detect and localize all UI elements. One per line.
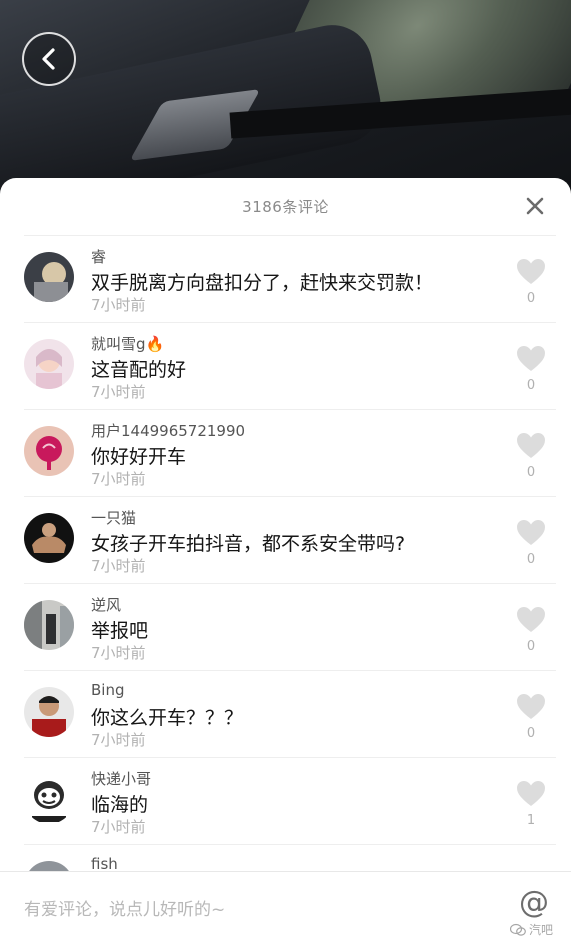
comment-text: 你这么开车？？？ (91, 707, 244, 729)
like-count: 0 (526, 378, 536, 393)
comment-item[interactable]: 就叫雪g🔥 这音配的好 7小时前 0 (24, 322, 556, 409)
comment-username[interactable]: fish (91, 855, 118, 873)
comment-time: 7小时前 (91, 557, 146, 575)
comment-time: 7小时前 (91, 383, 146, 401)
sheet-header: 3186条评论 (0, 178, 571, 234)
wechat-icon (509, 923, 526, 936)
comment-time: 7小时前 (91, 296, 146, 314)
avatar-dark-blonde[interactable] (24, 252, 74, 302)
avatar-pink-selfie[interactable] (24, 339, 74, 389)
comment-count-title: 3186条评论 (242, 197, 329, 216)
avatar-muscle[interactable] (24, 513, 74, 563)
comment-username[interactable]: 睿 (91, 246, 106, 267)
heart-icon (517, 259, 545, 284)
like-count: 0 (526, 465, 536, 480)
watermark-text: 汽吧 (528, 923, 553, 937)
like-button[interactable]: 0 (514, 519, 548, 567)
comment-text: 临海的 (91, 794, 149, 816)
comment-list: 睿 双手脱离方向盘扣分了，赶快来交罚款！ 7小时前 0 就叫雪g🔥 这音配的好 … (0, 235, 571, 844)
like-button[interactable]: 0 (514, 606, 548, 654)
like-button[interactable]: 0 (514, 258, 548, 306)
like-button[interactable]: 0 (514, 693, 548, 741)
comment-item[interactable]: 一只猫 女孩子开车拍抖音，都不系安全带吗? 7小时前 0 (24, 496, 556, 583)
like-count: 0 (526, 291, 536, 306)
comment-item[interactable]: Bing 你这么开车？？？ 7小时前 0 (24, 670, 556, 757)
comment-text: 举报吧 (91, 620, 149, 642)
comment-item[interactable]: 快递小哥 临海的 7小时前 1 (24, 757, 556, 844)
comment-username[interactable]: 快递小哥 (91, 768, 151, 789)
like-button[interactable]: 0 (514, 345, 548, 393)
mention-button[interactable]: @ (519, 888, 549, 918)
avatar-man-red[interactable] (24, 687, 74, 737)
comment-item[interactable]: 用户1449965721990 你好好开车 7小时前 0 (24, 409, 556, 496)
heart-icon (517, 433, 545, 458)
video-background (0, 0, 571, 200)
chevron-left-icon (42, 48, 55, 70)
like-count: 0 (526, 726, 536, 741)
comment-time: 7小时前 (91, 644, 146, 662)
like-count: 1 (526, 813, 536, 828)
comment-item[interactable]: 逆风 举报吧 7小时前 0 (24, 583, 556, 670)
close-icon (526, 197, 544, 215)
comment-username[interactable]: 用户1449965721990 (91, 420, 245, 441)
comment-text: 双手脱离方向盘扣分了，赶快来交罚款！ (91, 272, 434, 294)
heart-icon (517, 520, 545, 545)
comment-text: 女孩子开车拍抖音，都不系安全带吗? (91, 533, 406, 555)
comment-item-partial[interactable]: fish (24, 844, 556, 875)
comment-input[interactable] (22, 892, 466, 928)
close-button[interactable] (523, 194, 547, 218)
heart-icon (517, 694, 545, 719)
like-count: 0 (526, 552, 536, 567)
avatar-meme-face[interactable] (24, 774, 74, 824)
comment-input-bar: @ 汽吧 (0, 872, 571, 946)
comment-username[interactable]: Bing (91, 681, 125, 699)
watermark: 汽吧 (509, 921, 553, 938)
like-count: 0 (526, 639, 536, 654)
comment-text: 这音配的好 (91, 359, 187, 381)
like-button[interactable]: 0 (514, 432, 548, 480)
comment-time: 7小时前 (91, 818, 146, 836)
comment-text: 你好好开车 (91, 446, 187, 468)
avatar-pink-flower[interactable] (24, 426, 74, 476)
comment-time: 7小时前 (91, 731, 146, 749)
like-button[interactable]: 1 (514, 780, 548, 828)
comment-username[interactable]: 逆风 (91, 594, 121, 615)
avatar-street[interactable] (24, 600, 74, 650)
heart-icon (517, 346, 545, 371)
comment-time: 7小时前 (91, 470, 146, 488)
comment-username[interactable]: 就叫雪g🔥 (91, 333, 164, 354)
heart-icon (517, 781, 545, 806)
comment-item[interactable]: 睿 双手脱离方向盘扣分了，赶快来交罚款！ 7小时前 0 (24, 235, 556, 322)
comments-sheet: 3186条评论 睿 双手脱离方向盘扣分了，赶快来交罚款！ 7小时前 0 就叫雪g… (0, 178, 571, 946)
heart-icon (517, 607, 545, 632)
back-button[interactable] (22, 32, 76, 86)
comment-username[interactable]: 一只猫 (91, 507, 136, 528)
